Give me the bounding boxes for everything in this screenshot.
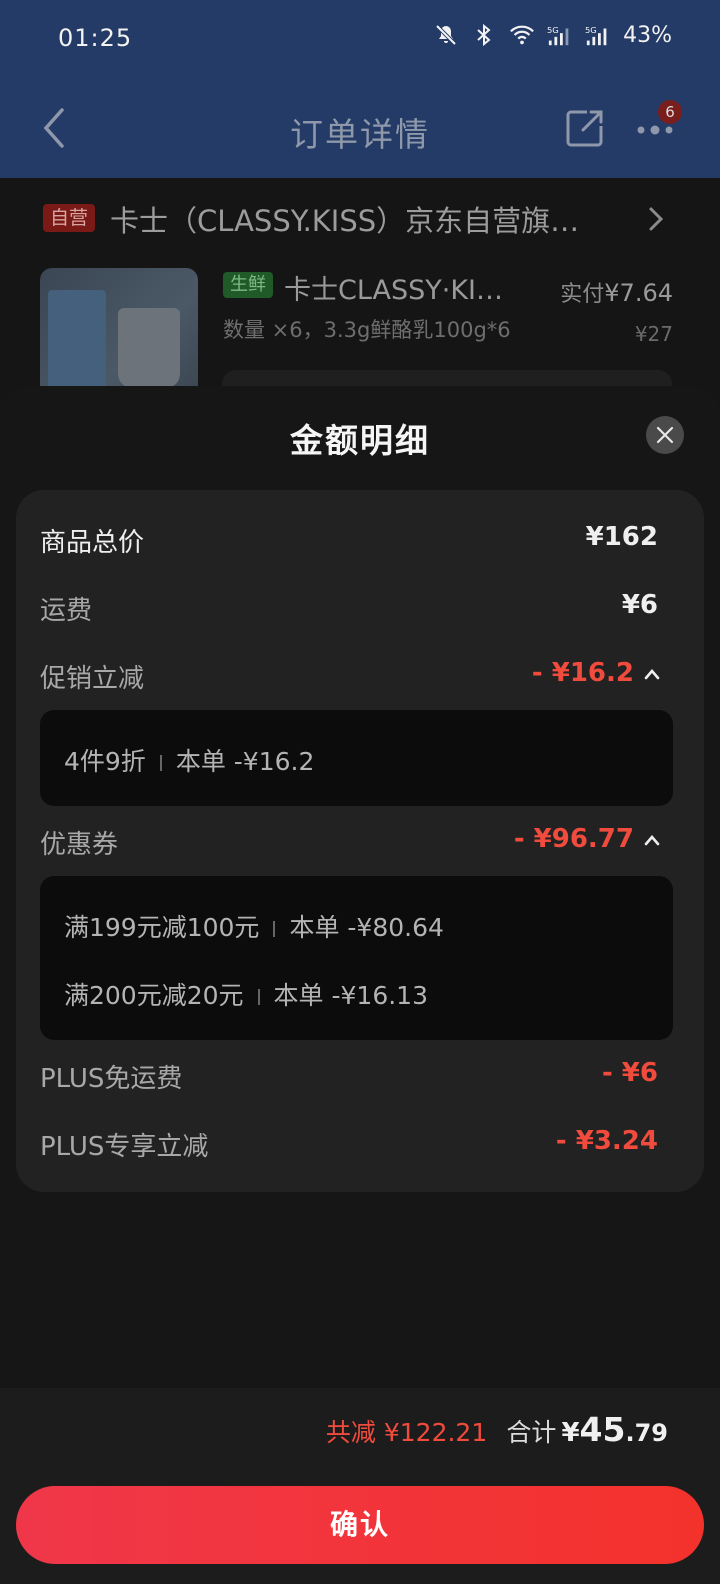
fresh-tag: 生鲜 bbox=[223, 272, 273, 298]
promo-detail-line: 4件9折 本单 -¥16.2 bbox=[64, 742, 314, 778]
promo-value: - ¥16.2 bbox=[531, 658, 634, 688]
notification-badge: 6 bbox=[658, 100, 682, 124]
promo-row[interactable]: 促销立减 - ¥16.2 bbox=[40, 658, 660, 698]
shipping-label: 运费 bbox=[40, 596, 93, 626]
status-time: 01:25 bbox=[58, 24, 133, 52]
confirm-button[interactable]: 确认 bbox=[16, 1486, 704, 1564]
coupon-detail-line: 满200元减20元 本单 -¥16.13 bbox=[64, 976, 428, 1012]
coupon-detail-amount: -¥16.13 bbox=[331, 981, 429, 1010]
promo-label: 促销立减 bbox=[40, 664, 145, 694]
share-icon bbox=[566, 110, 603, 147]
paid-amount: ¥7.64 bbox=[604, 279, 673, 307]
shipping-value: ¥6 bbox=[621, 590, 658, 620]
original-price: ¥27 bbox=[634, 322, 673, 346]
total-currency: ¥ bbox=[561, 1418, 580, 1448]
plus-discount-row: PLUS专享立减 - ¥3.24 bbox=[40, 1126, 658, 1166]
sheet-title: 金额明细 bbox=[290, 421, 430, 460]
shop-row[interactable]: 自营 卡士（CLASSY.KISS）京东自营旗… bbox=[0, 178, 720, 258]
status-icons: 5G 5G 43% bbox=[433, 22, 672, 48]
coupon-detail-line: 满199元减100元 本单 -¥80.64 bbox=[64, 908, 444, 944]
plus-discount-value: - ¥3.24 bbox=[555, 1126, 658, 1156]
checkout-footer: 共减 ¥122.21 合计 ¥45.79 确认 bbox=[0, 1388, 720, 1584]
coupon-detail-box: 满199元减100元 本单 -¥80.64 满200元减20元 本单 -¥16.13 bbox=[40, 876, 673, 1040]
total-decimal: .79 bbox=[625, 1419, 668, 1447]
promo-detail-scope: 本单 bbox=[175, 747, 226, 776]
separator bbox=[257, 989, 260, 1005]
svg-text:5G: 5G bbox=[547, 25, 559, 35]
goods-total-label: 商品总价 bbox=[40, 528, 145, 558]
plus-discount-label: PLUS专享立减 bbox=[40, 1132, 209, 1162]
paid-label: 实付 bbox=[560, 282, 605, 307]
total-integer: 45 bbox=[579, 1410, 626, 1449]
goods-total-row: 商品总价 ¥162 bbox=[40, 522, 658, 562]
coupon-detail-name: 满199元减100元 bbox=[64, 913, 260, 942]
plus-shipping-value: - ¥6 bbox=[601, 1058, 658, 1088]
battery-text: 43% bbox=[623, 22, 672, 48]
total-label: 合计 bbox=[506, 1418, 557, 1447]
amount-detail-card: 商品总价 ¥162 运费 ¥6 促销立减 - ¥16.2 4件9折 本单 -¥16… bbox=[16, 490, 704, 1192]
goods-total-value: ¥162 bbox=[585, 522, 658, 552]
signal-5g-icon: 5G bbox=[585, 22, 611, 48]
coupon-value: - ¥96.77 bbox=[513, 824, 634, 854]
separator bbox=[273, 921, 276, 937]
paid-price: 实付¥7.64 bbox=[560, 276, 673, 308]
coupon-row[interactable]: 优惠券 - ¥96.77 bbox=[40, 824, 660, 864]
totals: 共减 ¥122.21 合计 ¥45.79 bbox=[326, 1410, 668, 1449]
separator bbox=[159, 755, 162, 771]
mute-icon bbox=[433, 22, 459, 48]
share-button[interactable] bbox=[565, 108, 605, 148]
chevron-up-icon[interactable] bbox=[642, 830, 662, 850]
coupon-detail-name: 满200元减20元 bbox=[64, 981, 244, 1010]
total-saved: 共减 ¥122.21 bbox=[325, 1418, 488, 1447]
product-box bbox=[48, 290, 106, 390]
close-icon bbox=[656, 426, 674, 444]
product-name[interactable]: 卡士CLASSY·KI… bbox=[284, 268, 503, 307]
plus-shipping-row: PLUS免运费 - ¥6 bbox=[40, 1058, 658, 1098]
coupon-label: 优惠券 bbox=[40, 830, 119, 860]
product-cup bbox=[118, 308, 180, 388]
signal-5g-icon: 5G bbox=[547, 22, 573, 48]
nav-bar: 订单详情 bbox=[0, 78, 720, 178]
bluetooth-icon bbox=[471, 22, 497, 48]
close-button[interactable] bbox=[646, 416, 684, 454]
wifi-icon bbox=[509, 22, 535, 48]
plus-shipping-label: PLUS免运费 bbox=[40, 1064, 183, 1094]
page-title: 订单详情 bbox=[290, 115, 430, 154]
self-operated-tag: 自营 bbox=[43, 204, 95, 232]
shop-name: 卡士（CLASSY.KISS）京东自营旗… bbox=[110, 204, 580, 238]
shipping-row: 运费 ¥6 bbox=[40, 590, 658, 630]
chevron-up-icon[interactable] bbox=[642, 664, 662, 684]
coupon-detail-amount: -¥80.64 bbox=[347, 913, 444, 942]
promo-detail-box: 4件9折 本单 -¥16.2 bbox=[40, 710, 673, 806]
coupon-detail-scope: 本单 bbox=[289, 913, 340, 942]
product-quantity-spec: 数量 ×6，3.3g鲜酪乳100g*6 bbox=[223, 318, 511, 342]
svg-text:5G: 5G bbox=[585, 25, 597, 35]
promo-detail-name: 4件9折 bbox=[64, 747, 146, 776]
chevron-right-icon bbox=[646, 204, 666, 234]
coupon-detail-scope: 本单 bbox=[273, 981, 324, 1010]
status-bar: 01:25 5G 5G 43% bbox=[0, 0, 720, 78]
promo-detail-amount: -¥16.2 bbox=[233, 747, 315, 776]
